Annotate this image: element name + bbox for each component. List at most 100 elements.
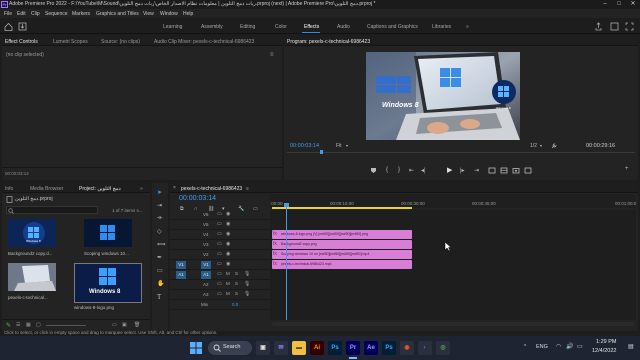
taskbar-search-box[interactable]: Search (208, 341, 252, 355)
tab-media-browser[interactable]: Media Browser (30, 186, 63, 192)
menu-window[interactable]: Window (160, 11, 178, 17)
import-icon[interactable] (18, 22, 27, 31)
voice-over-record-icon[interactable]: 🎙 (244, 281, 250, 287)
add-marker-icon[interactable] (370, 167, 377, 174)
photoshop-2-taskbar-icon[interactable]: Ps (382, 341, 396, 355)
toggle-sync-lock-icon[interactable]: ▭ (217, 261, 222, 267)
clip-v2[interactable]: fx Scoping windows 10 on [m#50][m#50][m#… (272, 250, 412, 259)
program-video-frame[interactable]: Windows 8 Windows 8 (366, 52, 520, 140)
settings-wrench-icon[interactable] (550, 142, 558, 150)
mix-volume-value[interactable]: 0.0 (232, 302, 238, 307)
track-label-a1[interactable]: A1 (201, 271, 211, 279)
razor-tool-icon[interactable]: ◇ (157, 228, 162, 235)
mute-track-button[interactable]: M (226, 291, 230, 296)
clip-v3[interactable]: fx Background2 copy.png (272, 240, 412, 249)
taskbar-time[interactable]: 1:29 PM (596, 339, 616, 345)
mark-out-icon[interactable]: } (398, 167, 400, 173)
windows-start-icon[interactable] (190, 342, 202, 354)
work-area-bar[interactable] (272, 207, 412, 209)
toggle-sync-lock-icon[interactable]: ▭ (217, 211, 222, 217)
project-item-label-0[interactable]: Background2 copy.d... (8, 251, 56, 256)
workspace-libraries[interactable]: Libraries (432, 24, 451, 30)
volume-icon[interactable]: 🔊 (566, 343, 573, 350)
battery-icon[interactable]: ▭ (577, 343, 583, 350)
home-icon[interactable] (4, 22, 13, 31)
file-explorer-icon[interactable]: ▬ (292, 341, 306, 355)
photoshop-taskbar-icon[interactable]: Ps (328, 341, 342, 355)
track-label-v1[interactable]: V1 (201, 261, 211, 269)
voice-over-record-icon[interactable]: 🎙 (244, 291, 250, 297)
ripple-edit-tool-icon[interactable]: ⟛ (157, 215, 162, 222)
workspace-assembly[interactable]: Assembly (201, 24, 223, 30)
toggle-output-icon[interactable]: ◉ (226, 211, 230, 217)
clip-v4[interactable]: fx windows-8-logo.png [V] [m#00][m#50][m… (272, 230, 412, 239)
workspace-audio[interactable]: Audio (337, 24, 350, 30)
project-thumbnail-3-selected[interactable]: Windows 8 (74, 263, 142, 303)
toggle-sync-lock-icon[interactable]: ▭ (217, 281, 222, 287)
tab-effect-controls[interactable]: Effect Controls (5, 39, 38, 45)
toggle-output-icon[interactable]: ◉ (226, 231, 230, 237)
toggle-output-icon[interactable]: ◉ (226, 261, 230, 267)
timeline-ruler[interactable]: :00:00 00:00:15:00 00:00:30:00 00:00:45:… (270, 194, 636, 209)
toggle-sync-lock-icon[interactable]: ▭ (217, 251, 222, 257)
program-playhead[interactable] (320, 150, 323, 154)
tab-sequence[interactable]: pexels-c-technical-6986423 (181, 186, 242, 192)
timeline-horizontal-scrollbar[interactable] (272, 322, 634, 326)
source-patch-v1[interactable]: V1 (176, 261, 186, 269)
illustrator-taskbar-icon[interactable]: Ai (310, 341, 324, 355)
export-frame-icon[interactable] (512, 167, 520, 174)
track-label-v5[interactable]: V5 (203, 222, 209, 227)
project-item-label-1[interactable]: Scoping windows 10... (84, 251, 132, 256)
notifications-icon[interactable]: ▤ (628, 343, 634, 350)
resolution-dropdown[interactable]: 1/2 (530, 143, 537, 149)
menu-markers[interactable]: Markers (72, 11, 90, 17)
comparison-view-icon[interactable] (524, 167, 532, 174)
rectangle-tool-icon[interactable]: ▭ (157, 267, 163, 274)
write-protect-icon[interactable]: ✎ (6, 322, 11, 329)
program-scrub-bar[interactable] (287, 152, 635, 153)
new-item-icon[interactable]: ▣ (122, 322, 127, 328)
project-item-label-2[interactable]: pexels-c-technical... (8, 295, 56, 300)
task-view-icon[interactable]: ▣ (256, 341, 270, 355)
solo-track-button[interactable]: S (235, 291, 238, 296)
tab-lumetri-scopes[interactable]: Lumetri Scopes (53, 39, 88, 45)
toggle-output-icon[interactable]: ◉ (226, 251, 230, 257)
track-label-v3[interactable]: V3 (203, 242, 209, 247)
selection-tool-icon[interactable]: ➤ (157, 189, 162, 196)
clip-v1[interactable]: fx pexels-c-technical-6986423.mp4 (272, 260, 412, 269)
mute-track-button[interactable]: M (226, 271, 230, 276)
close-button[interactable]: ✕ (626, 0, 640, 9)
track-label-v2[interactable]: V2 (203, 252, 209, 257)
after-effects-taskbar-icon[interactable]: Ae (364, 341, 378, 355)
solo-track-button[interactable]: S (235, 281, 238, 286)
workspace-color[interactable]: Color (275, 24, 287, 30)
track-label-a3[interactable]: A3 (203, 292, 209, 297)
track-select-tool-icon[interactable]: ⇥ (157, 202, 162, 209)
extract-icon[interactable] (500, 167, 508, 174)
menu-edit[interactable]: Edit (17, 11, 26, 17)
share-icon[interactable] (594, 22, 603, 31)
track-label-v6[interactable]: V6 (203, 212, 209, 217)
icon-view-icon[interactable]: ▦ (26, 322, 31, 328)
toggle-sync-lock-icon[interactable]: ▭ (217, 231, 222, 237)
new-bin-icon[interactable]: ▭ (112, 322, 117, 328)
fullscreen-icon[interactable] (625, 22, 634, 31)
workspace-captions-and-graphics[interactable]: Captions and Graphics (367, 24, 418, 30)
lift-icon[interactable] (488, 167, 496, 174)
mark-in-icon[interactable]: { (386, 167, 388, 173)
toggle-sync-lock-icon[interactable]: ▭ (217, 271, 222, 277)
project-search-input[interactable] (6, 206, 98, 214)
list-view-icon[interactable]: ☰ (16, 322, 20, 328)
menu-view[interactable]: View (143, 11, 154, 17)
timeline-timecode[interactable]: 00:00:03:14 (179, 195, 216, 202)
timeline-playhead[interactable] (286, 204, 287, 320)
tab-audio-clip-mixer[interactable]: Audio Clip Mixer: pexels-c-technical-698… (154, 39, 254, 45)
edge-taskbar-icon[interactable]: ◐ (418, 341, 432, 355)
tray-overflow-icon[interactable]: ^ (524, 344, 526, 350)
menu-help[interactable]: Help (183, 11, 193, 17)
panel-menu-icon[interactable]: ≡ (270, 52, 274, 58)
project-item-label-3[interactable]: windows-8-logo.png (74, 305, 142, 310)
toggle-sync-lock-icon[interactable]: ▭ (217, 241, 222, 247)
toggle-sync-lock-icon[interactable]: ▭ (217, 221, 222, 227)
source-patch-a1[interactable]: A1 (176, 271, 186, 279)
